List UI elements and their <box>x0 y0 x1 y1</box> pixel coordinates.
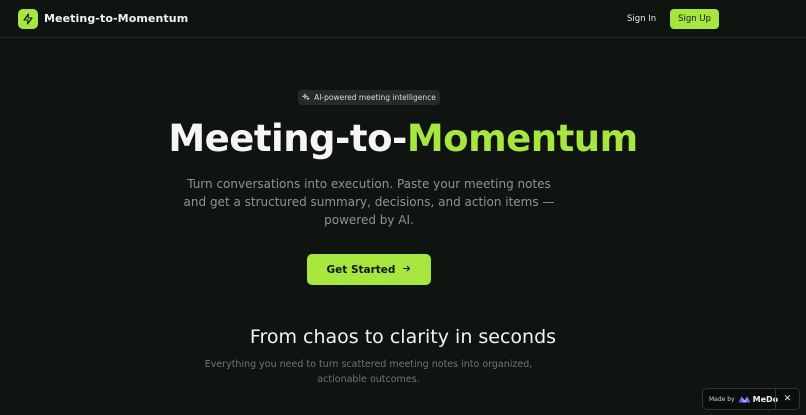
title-accent: Momentum <box>406 117 638 160</box>
top-navbar: Meeting-to-Momentum Sign In Sign Up <box>0 0 806 38</box>
sparkles-icon <box>301 92 311 103</box>
hero-title: Meeting-to-Momentum <box>0 117 806 160</box>
get-started-button[interactable]: Get Started <box>307 254 431 285</box>
nav-actions: Sign In Sign Up <box>627 8 719 29</box>
medo-mark-icon <box>738 396 751 403</box>
sign-in-link[interactable]: Sign In <box>627 14 656 24</box>
title-prefix: Meeting-to- <box>168 117 407 160</box>
section-subtitle: Everything you need to turn scattered me… <box>204 359 533 385</box>
section-title: From chaos to clarity in seconds <box>249 326 557 348</box>
lightning-icon <box>18 8 38 29</box>
arrow-right-icon <box>402 264 411 276</box>
sign-up-button[interactable]: Sign Up <box>670 8 719 29</box>
brand[interactable]: Meeting-to-Momentum <box>18 8 189 29</box>
made-by-badge[interactable]: Made by MeDo ✕ <box>702 388 800 410</box>
cta-label: Get Started <box>326 263 396 276</box>
medo-logo: MeDo <box>738 395 778 404</box>
hero-subtitle: Turn conversations into execution. Paste… <box>183 177 555 227</box>
close-icon[interactable]: ✕ <box>775 389 799 409</box>
made-by-label: Made by <box>709 395 735 403</box>
badge-label: AI-powered meeting intelligence <box>314 93 436 102</box>
brand-name: Meeting-to-Momentum <box>44 12 189 25</box>
hero-badge: AI-powered meeting intelligence <box>298 90 440 105</box>
